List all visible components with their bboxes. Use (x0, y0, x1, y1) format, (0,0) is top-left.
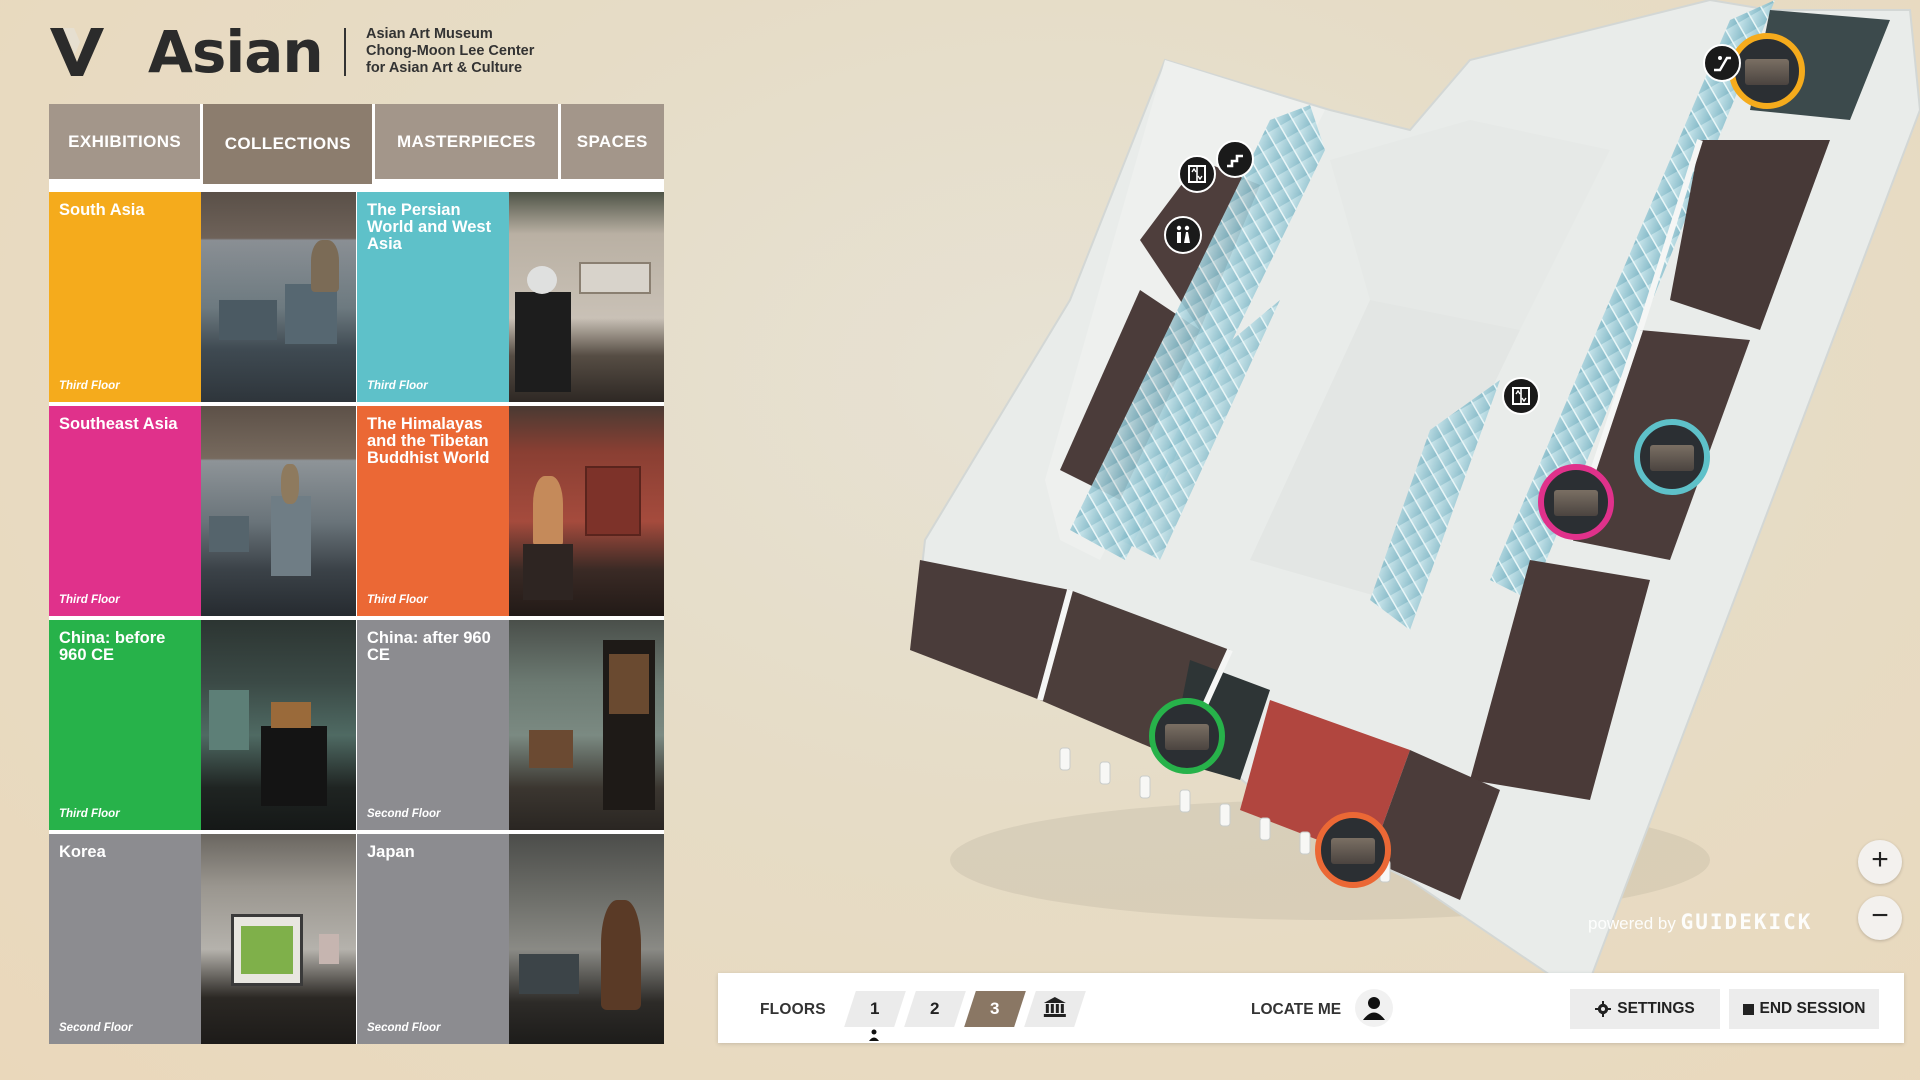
gear-icon (1595, 1001, 1612, 1017)
gallery-photo (509, 406, 664, 616)
tile-title: The Himalayas and the Tibetan Buddhist W… (367, 415, 490, 467)
floor-3-button[interactable]: 3 (964, 991, 1026, 1027)
collection-tile-japan[interactable]: Japan Second Floor (357, 834, 664, 1044)
tile-floor: Third Floor (367, 380, 428, 392)
collection-tile-korea[interactable]: Korea Second Floor (49, 834, 356, 1044)
restroom-icon[interactable] (1164, 216, 1202, 254)
map-marker-south-asia[interactable] (1729, 33, 1805, 109)
tile-color-block: China: after 960 CE Second Floor (357, 620, 509, 830)
escalator-icon[interactable] (1703, 44, 1741, 82)
tile-floor: Second Floor (367, 1022, 441, 1034)
collection-tile-south-asia[interactable]: South Asia Third Floor (49, 192, 356, 402)
tile-color-block: Southeast Asia Third Floor (49, 406, 201, 616)
tile-floor: Third Floor (59, 808, 120, 820)
collection-tile-persian-world[interactable]: The Persian World and West Asia Third Fl… (357, 192, 664, 402)
gallery-photo (201, 620, 356, 830)
stairs-icon[interactable] (1216, 140, 1254, 178)
tab-collections[interactable]: COLLECTIONS (203, 104, 373, 184)
tile-floor: Third Floor (59, 380, 120, 392)
zoom-in-button[interactable]: + (1858, 840, 1902, 884)
gallery-photo (201, 192, 356, 402)
tile-title: South Asia (59, 201, 145, 219)
stop-icon (1742, 1003, 1754, 1015)
org-line-3: for Asian Art & Culture (366, 60, 523, 76)
gallery-photo (509, 620, 664, 830)
tile-title: Southeast Asia (59, 415, 178, 433)
end-session-label: END SESSION (1759, 1000, 1866, 1017)
floor-2-label: 2 (930, 999, 940, 1018)
tile-color-block: The Himalayas and the Tibetan Buddhist W… (357, 406, 509, 616)
bottom-toolbar: FLOORS 1 2 3 LOCATE ME SETTINGS END SESS… (718, 973, 1904, 1043)
floor-2-button[interactable]: 2 (904, 991, 966, 1027)
person-icon (1363, 997, 1385, 1020)
floor-1-label: 1 (870, 999, 880, 1018)
gallery-photo (509, 192, 664, 402)
guidekick-brand: GUIDEKICK (1680, 910, 1813, 934)
tile-floor: Second Floor (367, 808, 441, 820)
tile-title: Korea (59, 843, 106, 861)
tile-title: Japan (367, 843, 415, 861)
museum-overview-button[interactable] (1024, 991, 1086, 1027)
tile-title: The Persian World and West Asia (367, 201, 492, 253)
logo-wordmark: Asian (148, 18, 324, 86)
org-line-1: Asian Art Museum (366, 26, 493, 42)
map-marker-persian-world[interactable] (1634, 419, 1710, 495)
locate-me-button[interactable] (1355, 989, 1393, 1027)
elevator-icon[interactable] (1502, 377, 1540, 415)
collection-tile-china-after-960[interactable]: China: after 960 CE Second Floor (357, 620, 664, 830)
elevator-icon[interactable] (1178, 155, 1216, 193)
end-session-button[interactable]: END SESSION (1729, 989, 1879, 1029)
map-marker-himalayas[interactable] (1315, 812, 1391, 888)
org-line-2: Chong-Moon Lee Center (366, 43, 535, 59)
organization-name: Asian Art Museum Chong-Moon Lee Center f… (366, 26, 534, 77)
gallery-photo (201, 406, 356, 616)
gallery-photo (509, 834, 664, 1044)
tab-exhibitions[interactable]: EXHIBITIONS (49, 104, 201, 182)
collections-panel: EXHIBITIONS COLLECTIONS MASTERPIECES SPA… (49, 104, 664, 1044)
gallery-photo (201, 834, 356, 1044)
tile-color-block: Korea Second Floor (49, 834, 201, 1044)
tile-floor: Third Floor (59, 594, 120, 606)
tile-title: China: before 960 CE (59, 629, 166, 664)
tile-title: China: after 960 CE (367, 629, 491, 664)
map-marker-china-before-960[interactable] (1149, 698, 1225, 774)
powered-by: powered by GUIDEKICK (1588, 910, 1812, 934)
tile-color-block: South Asia Third Floor (49, 192, 201, 402)
collection-tile-china-before-960[interactable]: China: before 960 CE Third Floor (49, 620, 356, 830)
tile-color-block: The Persian World and West Asia Third Fl… (357, 192, 509, 402)
tile-color-block: China: before 960 CE Third Floor (49, 620, 201, 830)
current-location-person-icon (869, 1029, 879, 1041)
category-tabs: EXHIBITIONS COLLECTIONS MASTERPIECES SPA… (49, 104, 664, 184)
settings-button[interactable]: SETTINGS (1570, 989, 1720, 1029)
tile-color-block: Japan Second Floor (357, 834, 509, 1044)
floors-label: FLOORS (760, 1001, 826, 1018)
tile-floor: Second Floor (59, 1022, 133, 1034)
settings-label: SETTINGS (1617, 1000, 1695, 1017)
tile-floor: Third Floor (367, 594, 428, 606)
zoom-out-button[interactable]: − (1858, 896, 1902, 940)
floor-3-label: 3 (990, 999, 1000, 1018)
locate-me-label: LOCATE ME (1251, 1001, 1342, 1018)
powered-by-label: powered by (1588, 914, 1676, 933)
collection-tile-southeast-asia[interactable]: Southeast Asia Third Floor (49, 406, 356, 616)
collection-grid: South Asia Third Floor The Persian World… (49, 192, 664, 1044)
map-marker-southeast-asia[interactable] (1538, 464, 1614, 540)
museum-v-logo-icon (50, 28, 104, 76)
tab-spaces[interactable]: SPACES (560, 104, 664, 182)
tab-masterpieces[interactable]: MASTERPIECES (375, 104, 558, 182)
collection-tile-himalayas[interactable]: The Himalayas and the Tibetan Buddhist W… (357, 406, 664, 616)
museum-building-icon (1043, 996, 1067, 1023)
logo-divider (344, 28, 346, 76)
floor-1-button[interactable]: 1 (844, 991, 906, 1027)
